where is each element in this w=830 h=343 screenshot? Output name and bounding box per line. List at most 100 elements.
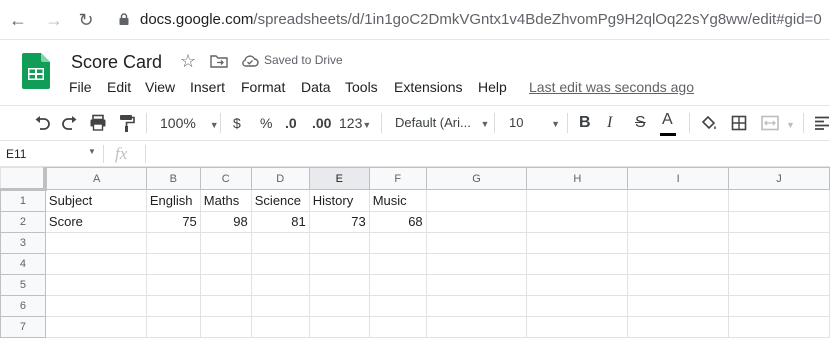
cell[interactable] [368, 295, 427, 317]
cell[interactable] [627, 316, 730, 338]
cell-f2[interactable]: 68 [368, 211, 427, 233]
bold-icon[interactable]: B [579, 114, 591, 132]
sheets-logo-icon[interactable] [22, 53, 50, 89]
print-icon[interactable] [89, 114, 107, 132]
cell-b2[interactable]: 75 [145, 211, 201, 233]
cell-e1[interactable]: History [308, 189, 370, 212]
select-all-corner[interactable] [0, 167, 48, 191]
reload-icon[interactable]: ↻ [76, 10, 96, 30]
cell[interactable] [425, 253, 528, 275]
cell[interactable] [526, 316, 629, 338]
cell-d1[interactable]: Science [250, 189, 310, 212]
menu-tools[interactable]: Tools [345, 78, 378, 96]
column-header-e[interactable]: E [308, 167, 370, 190]
cell[interactable] [44, 232, 147, 254]
lock-icon[interactable] [118, 13, 130, 25]
row-header-4[interactable]: 4 [0, 253, 46, 275]
cell[interactable] [728, 232, 830, 254]
cell-g1[interactable] [425, 189, 528, 212]
cell-h1[interactable] [526, 189, 629, 212]
cell[interactable] [308, 232, 370, 254]
cell-h2[interactable] [526, 211, 629, 233]
cell[interactable] [526, 253, 629, 275]
redo-icon[interactable] [61, 116, 79, 130]
cell[interactable] [526, 274, 629, 296]
cell[interactable] [425, 295, 528, 317]
menu-insert[interactable]: Insert [190, 78, 225, 96]
cell[interactable] [728, 316, 830, 338]
cell[interactable] [250, 295, 310, 317]
column-header-g[interactable]: G [425, 167, 528, 190]
column-header-j[interactable]: J [728, 167, 830, 190]
cell[interactable] [526, 232, 629, 254]
strikethrough-icon[interactable]: S [635, 114, 646, 132]
name-box[interactable]: E11 [6, 146, 26, 162]
spreadsheet-grid[interactable]: A B C D E F G H I J 1 Subject English Ma… [0, 167, 830, 343]
cloud-saved-icon[interactable] [241, 54, 259, 68]
merge-cells-icon[interactable] [761, 115, 779, 131]
cell[interactable] [308, 253, 370, 275]
undo-icon[interactable] [33, 116, 51, 130]
cell-j2[interactable] [728, 211, 830, 233]
row-header-3[interactable]: 3 [0, 232, 46, 254]
cell[interactable] [425, 316, 528, 338]
cell-c1[interactable]: Maths [199, 189, 252, 212]
cell[interactable] [250, 253, 310, 275]
chevron-down-icon[interactable]: ▼ [88, 147, 96, 156]
cell[interactable] [425, 232, 528, 254]
menu-view[interactable]: View [145, 78, 175, 96]
back-arrow-icon[interactable]: ← [8, 10, 28, 30]
menu-data[interactable]: Data [301, 78, 331, 96]
cell[interactable] [526, 295, 629, 317]
percent-format-button[interactable]: % [260, 114, 272, 132]
row-header-5[interactable]: 5 [0, 274, 46, 296]
font-family-select[interactable]: Default (Ari... ▼ [395, 114, 489, 133]
star-icon[interactable]: ☆ [180, 51, 196, 71]
menu-format[interactable]: Format [241, 78, 285, 96]
cell[interactable] [368, 232, 427, 254]
menu-help[interactable]: Help [478, 78, 507, 96]
cell[interactable] [627, 274, 730, 296]
cell[interactable] [145, 253, 201, 275]
move-to-folder-icon[interactable] [210, 54, 228, 68]
fill-color-icon[interactable] [700, 114, 718, 132]
cell[interactable] [308, 316, 370, 338]
menu-file[interactable]: File [69, 78, 92, 96]
cell-f1[interactable]: Music [368, 189, 427, 212]
text-color-icon[interactable]: A [660, 111, 676, 136]
cell-g2[interactable] [425, 211, 528, 233]
forward-arrow-icon[interactable]: → [44, 10, 64, 30]
more-formats-select[interactable]: 123▼ [339, 114, 371, 134]
cell[interactable] [199, 316, 252, 338]
column-header-a[interactable]: A [44, 167, 147, 190]
cell[interactable] [250, 232, 310, 254]
cell[interactable] [728, 274, 830, 296]
cell-c2[interactable]: 98 [199, 211, 252, 233]
cell[interactable] [199, 232, 252, 254]
column-header-c[interactable]: C [199, 167, 252, 190]
align-left-icon[interactable] [814, 116, 830, 130]
cell[interactable] [728, 253, 830, 275]
zoom-select[interactable]: 100% ▼ [160, 114, 219, 134]
cell-b1[interactable]: English [145, 189, 201, 212]
cell-d2[interactable]: 81 [250, 211, 310, 233]
cell[interactable] [368, 274, 427, 296]
cell[interactable] [199, 274, 252, 296]
cell[interactable] [308, 295, 370, 317]
cell[interactable] [250, 274, 310, 296]
column-header-f[interactable]: F [368, 167, 427, 190]
cell[interactable] [145, 274, 201, 296]
row-header-1[interactable]: 1 [0, 189, 46, 212]
last-edit-link[interactable]: Last edit was seconds ago [529, 78, 694, 96]
column-header-h[interactable]: H [526, 167, 629, 190]
cell[interactable] [44, 295, 147, 317]
row-header-6[interactable]: 6 [0, 295, 46, 317]
row-header-2[interactable]: 2 [0, 211, 46, 233]
borders-icon[interactable] [731, 115, 747, 131]
paint-format-icon[interactable] [119, 114, 135, 132]
cell[interactable] [368, 316, 427, 338]
cell[interactable] [368, 253, 427, 275]
increase-decimal-button[interactable]: .00 [312, 114, 331, 132]
row-header-7[interactable]: 7 [0, 316, 46, 338]
url-field[interactable]: docs.google.com/spreadsheets/d/1in1goC2D… [140, 10, 822, 30]
